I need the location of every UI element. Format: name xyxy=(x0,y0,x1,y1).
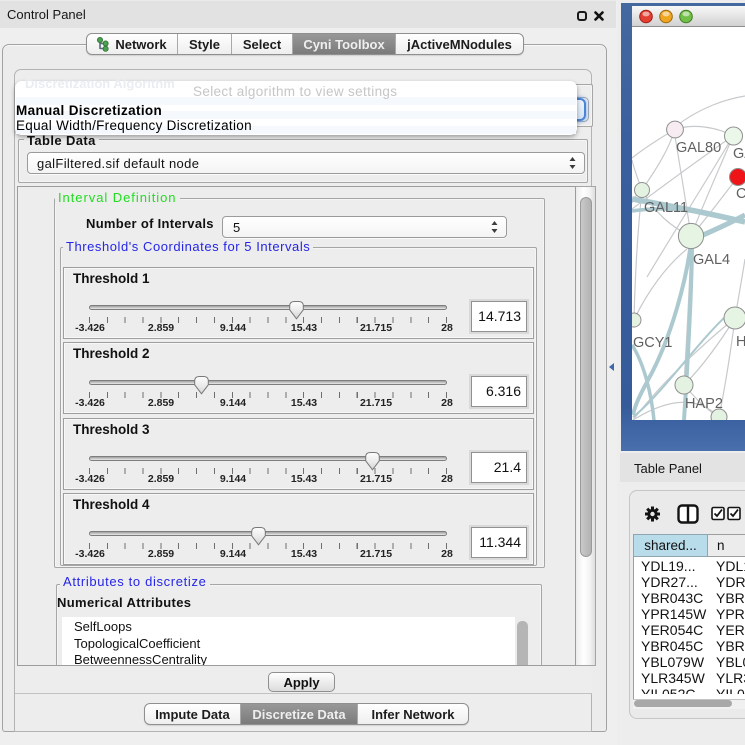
svg-text:C1: C1 xyxy=(736,186,745,202)
svg-text:HAP2: HAP2 xyxy=(685,396,723,412)
svg-text:GAL11: GAL11 xyxy=(644,200,688,216)
svg-text:GCY1: GCY1 xyxy=(633,335,673,351)
svg-text:HA: HA xyxy=(736,334,745,350)
svg-text:GAL4: GAL4 xyxy=(693,252,730,268)
svg-text:GA: GA xyxy=(733,146,745,162)
svg-text:GAL80: GAL80 xyxy=(676,140,721,156)
